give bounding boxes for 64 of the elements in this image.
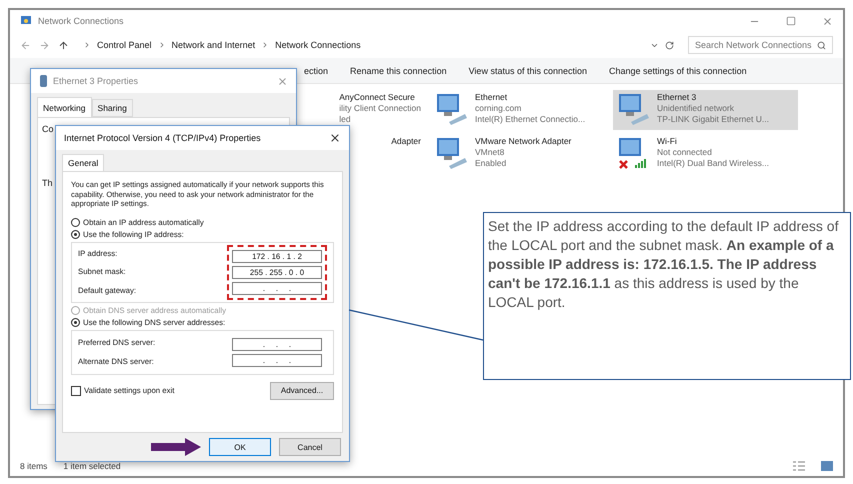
radio-button[interactable]	[71, 218, 80, 226]
connection-item[interactable]: Ethernet 3 Unidentified network TP-LINK Gigabit Ethernet U...	[613, 90, 798, 130]
network-adapter-icon	[435, 136, 469, 170]
label: Co	[42, 124, 54, 134]
refresh-icon[interactable]	[665, 40, 674, 50]
window-title: Network Connections	[38, 16, 124, 26]
network-adapter-icon	[435, 92, 469, 126]
connection-text: Unidentified network	[657, 103, 736, 114]
connection-text: VMnet8	[475, 147, 506, 158]
back-icon[interactable]	[20, 40, 31, 50]
validate-checkbox[interactable]	[71, 386, 81, 396]
tiles-view-icon[interactable]	[821, 461, 833, 471]
toolbar-item[interactable]: ection	[304, 66, 328, 76]
connection-text: Not connected	[657, 147, 713, 158]
details-view-icon[interactable]	[793, 461, 805, 471]
network-adapter-icon	[617, 92, 651, 126]
tab[interactable]: General	[62, 154, 104, 171]
breadcrumb[interactable]: Network Connections	[275, 40, 361, 50]
address-bar[interactable]: Control Panel Network and Internet Network Connections	[77, 36, 680, 54]
radio-button[interactable]	[71, 230, 80, 238]
tab[interactable]: Sharing	[92, 99, 133, 117]
toolbar-item[interactable]: View status of this connection	[468, 66, 587, 76]
pointer-arrow-icon	[151, 438, 201, 456]
chevron-icon	[83, 41, 91, 49]
connection-item[interactable]: Ethernet corning.com Intel(R) Ethernet Connectio...	[431, 90, 607, 130]
connection-text: Ethernet 3	[657, 92, 698, 103]
forward-icon[interactable]	[39, 40, 50, 50]
search-icon	[817, 40, 826, 50]
connection-text: Adapter	[391, 136, 421, 147]
tab[interactable]: Networking	[37, 97, 92, 117]
selection-count: 1 item selected	[63, 461, 121, 471]
radio-button[interactable]	[71, 318, 80, 326]
toolbar-item[interactable]: Rename this connection	[350, 66, 447, 76]
ok-button[interactable]: OK	[209, 438, 271, 456]
breadcrumb[interactable]: Control Panel	[97, 40, 152, 50]
dialog-title: Internet Protocol Version 4 (TCP/IPv4) Properties	[64, 133, 261, 143]
connection-item[interactable]: VMware Network Adapter VMnet8 Enabled	[431, 134, 607, 174]
connection-text: ility Client Connection	[339, 103, 421, 114]
close-icon[interactable]	[329, 132, 341, 144]
up-icon[interactable]	[58, 40, 69, 50]
connection-text: AnyConnect Secure	[339, 92, 416, 103]
label: Th	[42, 178, 53, 188]
connection-text: Enabled	[475, 158, 508, 169]
connection-text: VMware Network Adapter	[475, 136, 572, 147]
callout-text: Set the IP address according to the default IP address of the LOCAL port and the subnet mask. An example of a possible IP address is: 172.16.1.5. The IP address can't be 172.16.1.1 as this address is used by the LOCAL port.	[488, 217, 840, 312]
connection-text: Ethernet	[475, 92, 508, 103]
network-folder-icon	[20, 15, 32, 27]
item-count: 8 items	[20, 461, 48, 471]
search-field[interactable]: Search Network Connections	[688, 36, 833, 54]
connection-text: Intel(R) Dual Band Wireless...	[657, 158, 769, 169]
connection-item[interactable]: Wi-Fi Not connected Intel(R) Dual Band Wireless...	[613, 134, 798, 174]
connection-text: Wi-Fi	[657, 136, 678, 147]
toolbar-item[interactable]: Change settings of this connection	[609, 66, 747, 76]
breadcrumb[interactable]: Network and Internet	[172, 40, 256, 50]
connection-item[interactable]: AnyConnect Secure ility Client Connection led	[295, 90, 425, 130]
dialog-title: Ethernet 3 Properties	[53, 76, 138, 86]
connection-text: Intel(R) Ethernet Connectio...	[475, 114, 586, 125]
connection-text: TP-LINK Gigabit Ethernet U...	[657, 114, 769, 125]
cancel-button[interactable]: Cancel	[279, 438, 341, 456]
connection-text: corning.com	[475, 103, 522, 114]
maximize-icon[interactable]	[786, 16, 796, 26]
advanced-button[interactable]: Advanced...	[270, 382, 334, 400]
connection-text: led	[339, 114, 352, 125]
adapter-icon	[39, 75, 48, 87]
